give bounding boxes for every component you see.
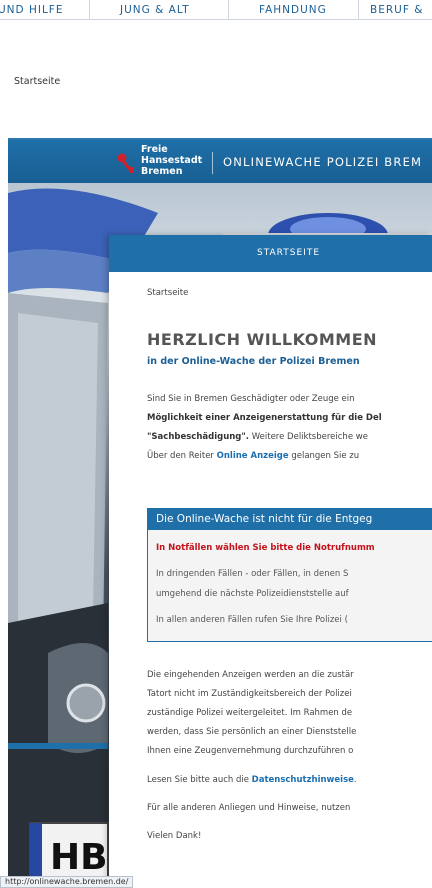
nav-tab-beruf[interactable]: BERUF &	[370, 0, 423, 19]
content-panel: STARTSEITE Startseite HERZLICH WILLKOMME…	[109, 235, 432, 888]
breadcrumb[interactable]: Startseite	[147, 288, 188, 298]
site-title: ONLINEWACHE POLIZEI BREM	[223, 155, 423, 169]
online-anzeige-link[interactable]: Online Anzeige	[217, 451, 289, 461]
nav-startseite[interactable]: STARTSEITE	[257, 248, 320, 258]
nav-tab-hilfe[interactable]: UND HILFE	[0, 0, 63, 19]
privacy-line: Lesen Sie bitte auch die Datenschutzhinw…	[147, 775, 357, 785]
body-line: zuständige Polizei weitergeleitet. Im Ra…	[147, 708, 353, 718]
body-line: Ihnen eine Zeugenvernehmung durchzuführe…	[147, 746, 354, 756]
site-header: Freie Hansestadt Bremen ONLINEWACHE POLI…	[8, 138, 432, 183]
notice-box: Die Online-Wache ist nicht für die Entge…	[147, 508, 432, 642]
panel-body: Startseite HERZLICH WILLKOMMEN in der On…	[109, 272, 432, 888]
nav-separator	[89, 0, 90, 19]
header-divider	[212, 152, 213, 174]
nav-separator	[228, 0, 229, 19]
intro-line: Möglichkeit einer Anzeigenerstattung für…	[147, 413, 382, 423]
bremen-logo-text[interactable]: Freie Hansestadt Bremen	[141, 144, 202, 177]
notice-line: In dringenden Fällen - oder Fällen, in d…	[156, 569, 349, 579]
body-line: Tatort nicht im Zuständigkeitsbereich de…	[147, 689, 352, 699]
emergency-notice: In Notfällen wählen Sie bitte die Notruf…	[156, 543, 375, 553]
page-subtitle: in der Online-Wache der Polizei Bremen	[147, 356, 360, 367]
thanks-line: Vielen Dank!	[147, 831, 202, 841]
notice-heading: Die Online-Wache ist nicht für die Entge…	[148, 509, 432, 530]
body-line: Die eingehenden Anzeigen werden an die z…	[147, 670, 354, 680]
intro-line: Sind Sie in Bremen Geschädigter oder Zeu…	[147, 394, 355, 404]
breadcrumb[interactable]: Startseite	[14, 76, 60, 87]
bremen-key-logo-icon	[117, 153, 134, 173]
embedded-page-frame: Freie Hansestadt Bremen ONLINEWACHE POLI…	[8, 138, 432, 888]
svg-text:HB: HB	[50, 837, 108, 878]
status-bar-url: http://onlinewache.bremen.de/	[0, 876, 134, 888]
nav-tab-jung-alt[interactable]: JUNG & ALT	[120, 0, 190, 19]
nav-tab-fahndung[interactable]: FAHNDUNG	[259, 0, 327, 19]
page-title: HERZLICH WILLKOMMEN	[147, 330, 378, 349]
main-navigation: STARTSEITE	[109, 235, 432, 272]
top-navigation: UND HILFE JUNG & ALT FAHNDUNG BERUF &	[0, 0, 432, 20]
other-requests-line: Für alle anderen Anliegen und Hinweise, …	[147, 803, 351, 813]
datenschutz-link[interactable]: Datenschutzhinweise	[252, 775, 354, 785]
nav-separator	[358, 0, 359, 19]
notice-line: In allen anderen Fällen rufen Sie Ihre P…	[156, 615, 348, 625]
intro-line: Über den Reiter Online Anzeige gelangen …	[147, 451, 360, 461]
intro-line: "Sachbeschädigung". Weitere Deliktsberei…	[147, 432, 368, 442]
notice-line: umgehend die nächste Polizeidienststelle…	[156, 589, 349, 599]
body-line: werden, dass Sie persönlich an einer Die…	[147, 727, 357, 737]
